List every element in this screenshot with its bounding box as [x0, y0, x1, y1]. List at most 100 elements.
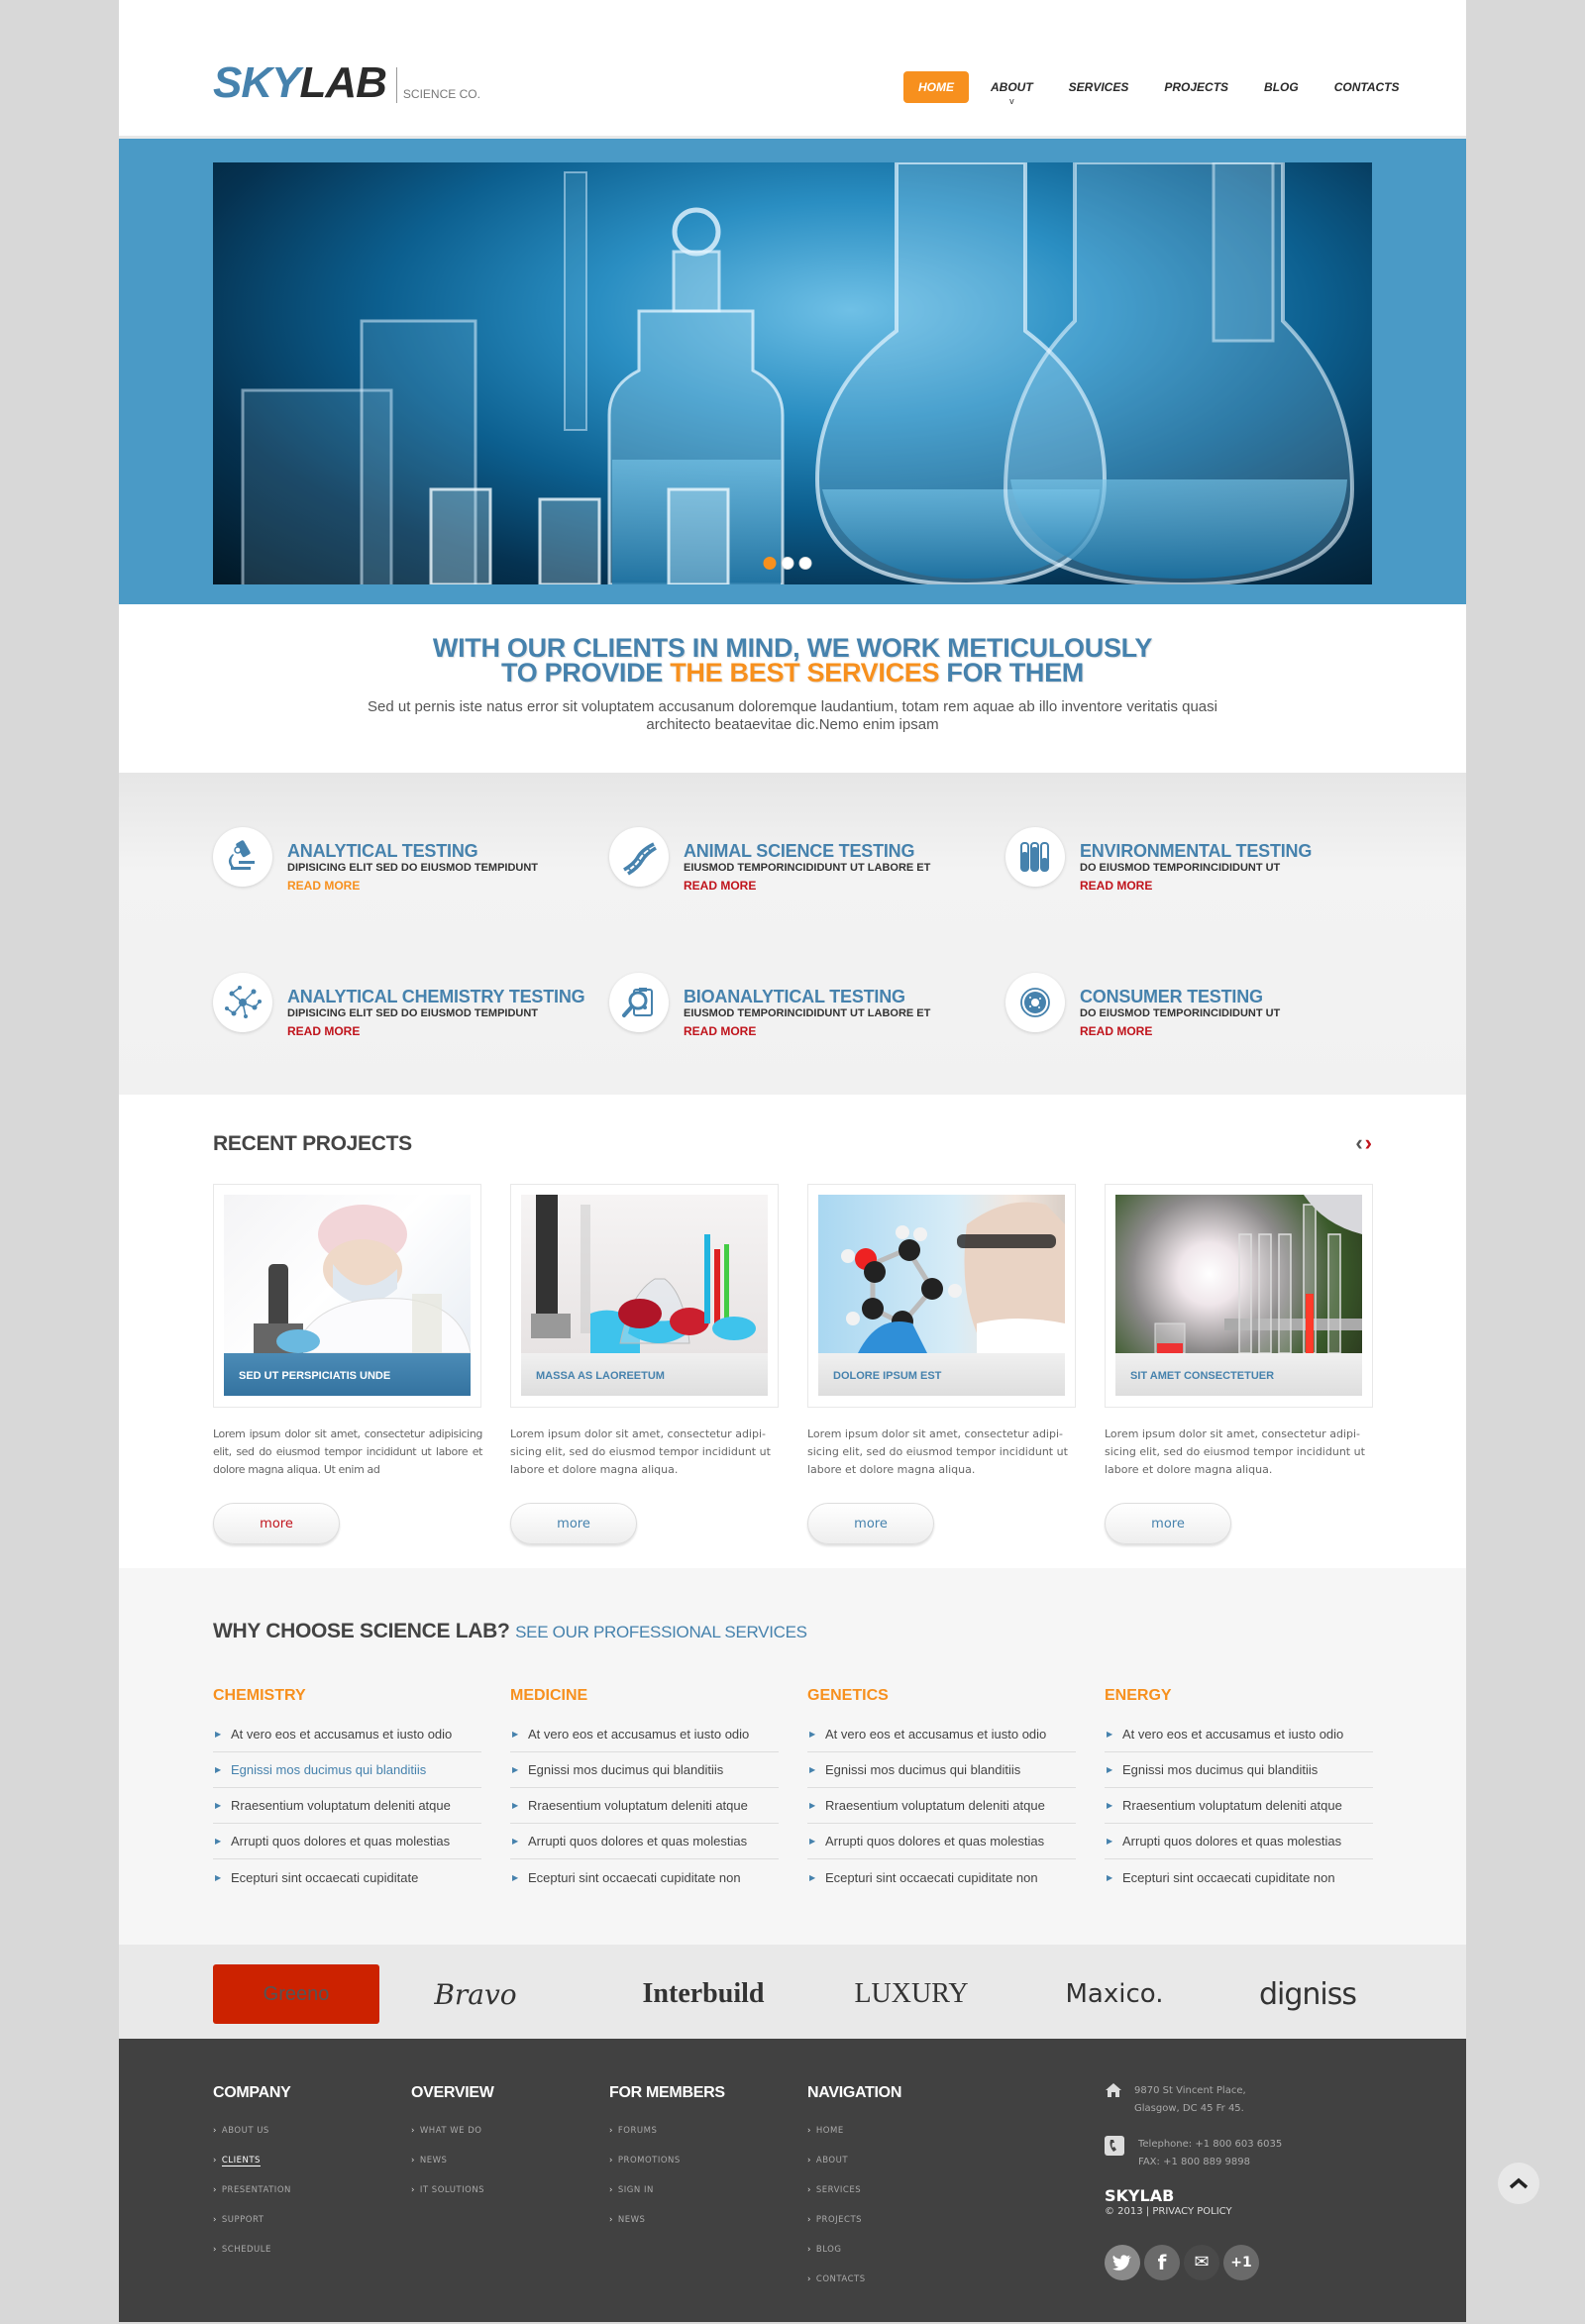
footer-link[interactable]: › SIGN IN — [609, 2185, 725, 2215]
list-item[interactable]: ▶ Arrupti quos dolores et quas molestias — [1105, 1824, 1373, 1859]
list-item[interactable]: ▶ At vero eos et accusamus et iusto odio — [213, 1717, 481, 1752]
more-button[interactable]: more — [1105, 1503, 1231, 1544]
why-column-energy: ENERGY ▶ At vero eos et accusamus et iust… — [1105, 1687, 1373, 1895]
service-item: ANALYTICAL CHEMISTRY TESTING DIPISICING … — [213, 973, 589, 1052]
footer-link[interactable]: › ABOUT US — [213, 2126, 291, 2156]
footer-link[interactable]: › IT SOLUTIONS — [411, 2185, 494, 2215]
column-heading: MEDICINE — [510, 1687, 588, 1704]
list-item-text: At vero eos et accusamus et iusto odio — [528, 1727, 750, 1742]
column-heading: CHEMISTRY — [213, 1687, 306, 1704]
slider-dot-2[interactable] — [781, 557, 794, 570]
project-card[interactable]: DOLORE IPSUM EST — [807, 1184, 1076, 1408]
logo[interactable]: SKY LAB SCIENCE CO. — [213, 61, 480, 105]
list-item[interactable]: ▶ Ecepturi sint occaecati cupiditate — [213, 1859, 481, 1895]
why-column-genetics: GENETICS ▶ At vero eos et accusamus et iu… — [807, 1687, 1076, 1895]
footer-link[interactable]: › PRESENTATION — [213, 2185, 291, 2215]
footer-link[interactable]: › CLIENTS — [213, 2156, 291, 2185]
footer-link[interactable]: › ABOUT — [807, 2156, 901, 2185]
project-card[interactable]: SED UT PERSPICIATIS UNDE — [213, 1184, 481, 1408]
google-plus-icon[interactable]: +1 — [1223, 2245, 1259, 2280]
brand-logo-luxury[interactable]: LUXURY — [812, 1964, 1010, 2024]
footer-link-label: SERVICES — [815, 2185, 862, 2195]
triangle-right-icon: ▶ — [215, 1872, 222, 1882]
list-item[interactable]: ▶ At vero eos et accusamus et iusto odio — [807, 1717, 1076, 1752]
list-item[interactable]: ▶ Rraesentium voluptatum deleniti atque — [807, 1788, 1076, 1824]
list-item[interactable]: ▶ Ecepturi sint occaecati cupiditate non — [1105, 1859, 1373, 1895]
triangle-right-icon: ▶ — [809, 1872, 816, 1882]
brand-logo-maxico[interactable]: Maxico. — [1015, 1964, 1214, 2024]
slider-dot-3[interactable] — [798, 557, 812, 570]
email-icon[interactable]: ✉ — [1184, 2245, 1219, 2280]
project-card[interactable]: SIT AMET CONSECTETUER — [1105, 1184, 1373, 1408]
nav-about[interactable]: ABOUT v — [977, 72, 1047, 106]
list-item[interactable]: ▶ Ecepturi sint occaecati cupiditate non — [510, 1859, 779, 1895]
brand-logo-greeno[interactable]: Greeno — [213, 1964, 379, 2024]
footer-link[interactable]: › PROJECTS — [807, 2215, 901, 2245]
triangle-right-icon: ▶ — [215, 1730, 222, 1739]
nav-projects[interactable]: PROJECTS — [1150, 72, 1242, 102]
footer-link[interactable]: › SCHEDULE — [213, 2245, 291, 2274]
chevron-right-icon: › — [807, 2156, 811, 2166]
footer-link[interactable]: › WHAT WE DO — [411, 2126, 494, 2156]
read-more-link[interactable]: READ MORE — [287, 879, 360, 893]
chevron-down-icon: v — [1009, 96, 1014, 106]
footer-link[interactable]: › NEWS — [411, 2156, 494, 2185]
footer-link[interactable]: › SERVICES — [807, 2185, 901, 2215]
privacy-policy-link[interactable]: PRIVACY POLICY — [1152, 2206, 1231, 2217]
read-more-link[interactable]: READ MORE — [684, 879, 756, 893]
chevron-right-icon: › — [213, 2156, 217, 2166]
back-to-top-button[interactable] — [1498, 2163, 1539, 2204]
brand-logo-digniss[interactable]: digniss — [1199, 1964, 1417, 2024]
list-item-text: Rraesentium voluptatum deleniti atque — [231, 1798, 451, 1813]
list-item[interactable]: ▶ Egnissi mos ducimus qui blanditiis — [807, 1752, 1076, 1788]
list-item[interactable]: ▶ Rraesentium voluptatum deleniti atque — [1105, 1788, 1373, 1824]
brand-logo-bravo[interactable]: Bravo — [406, 1964, 545, 2024]
list-item[interactable]: ▶ Egnissi mos ducimus qui blanditiis — [510, 1752, 779, 1788]
nav-blog[interactable]: BLOG — [1250, 72, 1313, 102]
footer-link[interactable]: › PROMOTIONS — [609, 2156, 725, 2185]
read-more-link[interactable]: READ MORE — [287, 1024, 360, 1038]
list-item[interactable]: ▶ Rraesentium voluptatum deleniti atque — [510, 1788, 779, 1824]
list-item[interactable]: ▶ Arrupti quos dolores et quas molestias — [510, 1824, 779, 1859]
chevron-right-icon[interactable]: › — [1365, 1132, 1372, 1154]
footer-link[interactable]: › SUPPORT — [213, 2215, 291, 2245]
footer-link[interactable]: › CONTACTS — [807, 2274, 901, 2304]
list-item[interactable]: ▶ At vero eos et accusamus et iusto odio — [1105, 1717, 1373, 1752]
list-item-text: Egnissi mos ducimus qui blanditiis — [825, 1762, 1021, 1777]
footer-link[interactable]: › HOME — [807, 2126, 901, 2156]
service-subtitle: DO EIUSMOD TEMPORINCIDIDUNT UT — [1080, 1007, 1281, 1019]
list-item[interactable]: ▶ Arrupti quos dolores et quas molestias — [213, 1824, 481, 1859]
nav-contacts[interactable]: CONTACTS — [1321, 72, 1414, 102]
read-more-link[interactable]: READ MORE — [1080, 1024, 1152, 1038]
nav-home[interactable]: HOME — [903, 71, 969, 103]
more-button[interactable]: more — [510, 1503, 637, 1544]
chevron-right-icon: › — [609, 2185, 613, 2195]
footer-link-label: PROJECTS — [815, 2215, 863, 2225]
chevron-right-icon: › — [609, 2156, 613, 2166]
service-subtitle: DIPISICING ELIT SED DO EIUSMOD TEMPIDUNT — [287, 862, 539, 874]
telephone: Telephone: +1 800 603 6035 — [1138, 2139, 1283, 2150]
list-item[interactable]: ▶ Rraesentium voluptatum deleniti atque — [213, 1788, 481, 1824]
list-item[interactable]: ▶ Egnissi mos ducimus qui blanditiis — [213, 1752, 481, 1788]
more-button[interactable]: more — [807, 1503, 934, 1544]
read-more-link[interactable]: READ MORE — [1080, 879, 1152, 893]
more-button[interactable]: more — [213, 1503, 340, 1544]
footer-link[interactable]: › BLOG — [807, 2245, 901, 2274]
professional-services-link[interactable]: SEE OUR PROFESSIONAL SERVICES — [515, 1623, 807, 1641]
list-item-text: Ecepturi sint occaecati cupiditate non — [528, 1869, 741, 1885]
facebook-icon[interactable]: f — [1144, 2245, 1180, 2280]
list-item[interactable]: ▶ At vero eos et accusamus et iusto odio — [510, 1717, 779, 1752]
list-item[interactable]: ▶ Ecepturi sint occaecati cupiditate non — [807, 1859, 1076, 1895]
footer-link[interactable]: › NEWS — [609, 2215, 725, 2245]
brand-logo-interbuild[interactable]: Interbuild — [594, 1964, 812, 2024]
read-more-link[interactable]: READ MORE — [684, 1024, 756, 1038]
list-item-text: Rraesentium voluptatum deleniti atque — [528, 1798, 748, 1813]
project-card[interactable]: MASSA AS LAOREETUM — [510, 1184, 779, 1408]
nav-services[interactable]: SERVICES — [1055, 72, 1143, 102]
list-item[interactable]: ▶ Arrupti quos dolores et quas molestias — [807, 1824, 1076, 1859]
list-item[interactable]: ▶ Egnissi mos ducimus qui blanditiis — [1105, 1752, 1373, 1788]
chevron-left-icon[interactable]: ‹ — [1355, 1132, 1362, 1154]
slider-dot-1[interactable] — [763, 557, 777, 570]
twitter-icon[interactable] — [1105, 2245, 1140, 2280]
footer-link[interactable]: › FORUMS — [609, 2126, 725, 2156]
